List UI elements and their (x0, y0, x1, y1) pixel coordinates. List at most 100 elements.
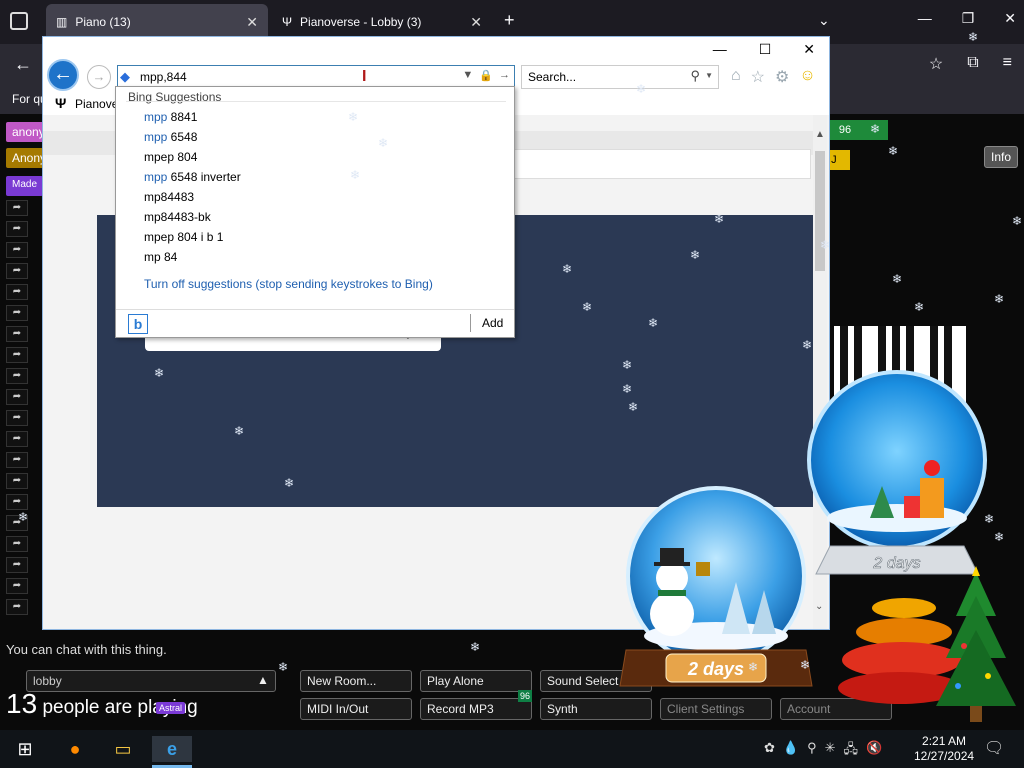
user-chip[interactable]: Made (6, 176, 44, 196)
suggestion-list: mpp 8841 mpp 6548 mpep 804 mpp 6548 inverte… (144, 109, 241, 269)
user-arrow-icon[interactable]: ➦ (6, 263, 28, 279)
volume-muted-icon[interactable]: 🔇 (866, 740, 882, 762)
suggestion-text: mp 84 (144, 250, 178, 264)
close-icon[interactable]: ✕ (803, 41, 815, 58)
extensions-icon[interactable]: ⧉ (967, 54, 978, 74)
lock-icon[interactable]: 🔒 (479, 69, 493, 82)
user-arrow-icon[interactable]: ➦ (6, 599, 28, 615)
user-arrow-icon[interactable]: ➦ (6, 368, 28, 384)
forward-button[interactable]: → (87, 65, 111, 89)
divider (126, 101, 506, 102)
dropdown-arrow-icon[interactable]: ▼ (462, 69, 473, 82)
gear-icon[interactable]: ⚙ (775, 67, 789, 87)
tray-app-icon[interactable]: ✿ (764, 740, 775, 762)
suggestion-item[interactable]: mpep 804 (144, 149, 241, 169)
user-arrow-icon[interactable]: ➦ (6, 200, 28, 216)
user-arrow-icon[interactable]: ➦ (6, 326, 28, 342)
windows-start-icon[interactable]: ⊞ (12, 736, 38, 762)
user-arrow-icon[interactable]: ➦ (6, 305, 28, 321)
text-cursor-icon: I (362, 68, 367, 85)
suggestion-item[interactable]: mpep 804 i b 1 (144, 229, 241, 249)
dropdown-arrow-icon[interactable]: ▲ (255, 673, 271, 689)
user-badge[interactable]: 96 (830, 120, 860, 140)
restore-icon[interactable]: ❐ (962, 10, 975, 27)
user-arrow-icon[interactable]: ➦ (6, 410, 28, 426)
globe-label: 2 days (872, 555, 920, 572)
user-arrow-icon[interactable]: ➦ (6, 536, 28, 552)
page-header-panel (483, 149, 811, 179)
turn-off-suggestions-link[interactable]: Turn off suggestions (stop sending keyst… (144, 277, 433, 291)
suggestion-match: mpp (144, 170, 168, 184)
suggestion-item[interactable]: mp84483-bk (144, 209, 241, 229)
user-arrow-icon[interactable]: ➦ (6, 389, 28, 405)
tray-search-icon[interactable]: ⚲ (807, 740, 817, 762)
suggestion-item[interactable]: mp84483 (144, 189, 241, 209)
scrollbar-thumb[interactable] (815, 151, 825, 271)
site-icon: ◆ (120, 69, 130, 84)
search-input[interactable]: Search... (528, 70, 576, 84)
search-icon[interactable]: ⚲ (690, 68, 700, 84)
globe-label: 2 days (687, 659, 744, 679)
firefox-tabs-menu-icon[interactable] (10, 12, 28, 30)
firefox-icon[interactable]: ● (62, 736, 88, 762)
feedback-smiley-icon[interactable]: ☺ (799, 67, 815, 87)
bing-suggestions-dropdown: Bing Suggestions mpp 8841 mpp 6548 mpep 80… (115, 86, 515, 338)
suggestion-item[interactable]: mpp 8841 (144, 109, 241, 129)
list-all-tabs-icon[interactable]: ⌄ (818, 12, 830, 29)
maximize-icon[interactable]: ☐ (759, 41, 772, 58)
close-icon[interactable]: ✕ (1004, 10, 1016, 27)
search-dropdown-icon[interactable]: ▼ (705, 71, 713, 80)
scroll-up-icon[interactable]: ▲ (815, 129, 825, 140)
user-arrow-icon[interactable]: ➦ (6, 431, 28, 447)
user-arrow-icon[interactable]: ➦ (6, 515, 28, 531)
new-tab-icon[interactable]: + (504, 10, 515, 31)
synth-button[interactable]: Synth (540, 698, 652, 720)
internet-explorer-icon[interactable]: e (152, 736, 192, 762)
info-button[interactable]: Info (984, 146, 1018, 168)
back-button[interactable]: ← (47, 59, 79, 91)
go-arrow-icon[interactable]: → (499, 69, 510, 82)
play-alone-button[interactable]: Play Alone (420, 670, 532, 692)
suggestion-item[interactable]: mpp 6548 inverter (144, 169, 241, 189)
minimize-icon[interactable]: — (713, 41, 727, 58)
address-input[interactable]: mpp,844 (140, 70, 187, 84)
tray-drop-icon[interactable]: 💧 (783, 740, 799, 762)
user-arrow-icon[interactable]: ➦ (6, 347, 28, 363)
suggestion-item[interactable]: mpp 6548 (144, 129, 241, 149)
bing-icon[interactable]: b (128, 314, 148, 334)
user-badge[interactable] (860, 120, 888, 140)
back-icon[interactable]: ← (14, 54, 32, 75)
minimize-icon[interactable]: — (918, 10, 932, 27)
clock[interactable]: 2:21 AM 12/27/2024 (914, 734, 974, 764)
clock-time: 2:21 AM (922, 734, 967, 748)
suggestion-item[interactable]: mp 84 (144, 249, 241, 269)
tab-piano[interactable]: ▥ Piano (13) ✕ (46, 4, 268, 40)
user-arrow-icon[interactable]: ➦ (6, 578, 28, 594)
menu-icon[interactable]: ≡ (1003, 54, 1012, 74)
favorites-star-icon[interactable]: ☆ (751, 67, 765, 87)
user-arrow-icon[interactable]: ➦ (6, 557, 28, 573)
user-arrow-icon[interactable]: ➦ (6, 452, 28, 468)
home-icon[interactable]: ⌂ (731, 67, 741, 87)
new-room-button[interactable]: New Room... (300, 670, 412, 692)
user-arrow-icon[interactable]: ➦ (6, 473, 28, 489)
user-arrow-icon[interactable]: ➦ (6, 494, 28, 510)
close-tab-icon[interactable]: ✕ (246, 14, 258, 31)
midi-button[interactable]: MIDI In/Out (300, 698, 412, 720)
tray-star-icon[interactable]: ✳ (825, 740, 836, 762)
tab-pianoverse[interactable]: Ψ Pianoverse - Lobby (3) ✕ (272, 4, 492, 40)
chat-input[interactable]: You can chat with this thing. (6, 642, 167, 657)
file-explorer-icon[interactable]: ▭ (110, 736, 136, 762)
close-tab-icon[interactable]: ✕ (470, 14, 482, 31)
user-arrow-icon[interactable]: ➦ (6, 221, 28, 237)
bookmark-star-icon[interactable]: ☆ (929, 54, 943, 74)
add-search-provider-button[interactable]: Add (482, 316, 503, 330)
notifications-icon[interactable]: 🗨 (984, 738, 1004, 758)
user-arrow-icon[interactable]: ➦ (6, 242, 28, 258)
search-box[interactable]: Search... ⚲ ▼ (521, 65, 719, 89)
client-settings-button[interactable]: Client Settings (660, 698, 772, 720)
network-icon[interactable]: 🖧 (844, 740, 859, 762)
suggestion-text: 8841 (167, 110, 198, 124)
record-mp3-button[interactable]: Record MP3 (420, 698, 532, 720)
user-arrow-icon[interactable]: ➦ (6, 284, 28, 300)
